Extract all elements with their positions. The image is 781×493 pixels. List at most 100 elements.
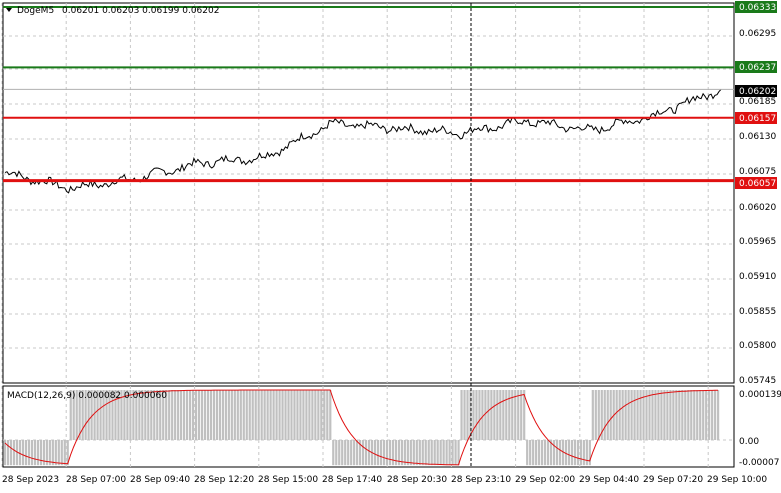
- macd-bar: [708, 390, 711, 440]
- chart-svg: DogeM5 0.06201 0.06203 0.06199 0.06202 0…: [1, 1, 781, 485]
- macd-bar: [487, 390, 490, 440]
- macd-bar: [168, 390, 171, 440]
- current-price-tag: 0.06202: [739, 87, 776, 97]
- macd-bar: [311, 390, 314, 440]
- macd-bar: [409, 440, 412, 466]
- macd-bar: [215, 390, 219, 440]
- macd-bar: [430, 440, 433, 466]
- macd-bar: [651, 390, 654, 440]
- macd-tick: 0.00: [739, 437, 759, 447]
- macd-bar: [230, 390, 233, 440]
- macd-bar: [341, 440, 344, 466]
- macd-bar: [239, 390, 242, 440]
- macd-bar: [275, 390, 278, 440]
- macd-bar: [209, 390, 213, 440]
- macd-bar: [191, 390, 195, 440]
- macd-bar: [466, 390, 469, 440]
- macd-bar: [684, 390, 687, 440]
- macd-bar: [666, 390, 669, 440]
- macd-bar: [63, 440, 66, 466]
- macd-bar: [323, 390, 326, 440]
- macd-bar: [373, 440, 377, 466]
- macd-bar: [394, 440, 398, 466]
- macd-bar: [660, 390, 663, 440]
- macd-bar: [54, 440, 57, 466]
- macd-bar: [263, 390, 266, 440]
- macd-bar: [594, 390, 597, 440]
- macd-bar: [388, 440, 392, 466]
- time-label: 28 Sep 20:30: [387, 475, 447, 485]
- macd-bar: [415, 440, 418, 466]
- time-label: 28 Sep 07:00: [66, 475, 126, 485]
- macd-bar: [499, 390, 502, 440]
- macd-bar: [242, 390, 245, 440]
- macd-bar: [597, 390, 600, 440]
- macd-bar: [347, 440, 350, 466]
- macd-bar: [618, 390, 621, 440]
- macd-bar: [582, 440, 585, 466]
- macd-bar: [221, 390, 224, 440]
- macd-bar: [27, 440, 31, 466]
- macd-bar: [621, 390, 624, 440]
- macd-bar: [30, 440, 34, 466]
- macd-bar: [490, 390, 493, 440]
- macd-bar: [320, 390, 323, 440]
- macd-bar: [472, 390, 475, 440]
- price-tick: 0.06295: [739, 29, 776, 39]
- macd-bar: [272, 390, 275, 440]
- macd-bar: [615, 390, 618, 440]
- time-label: 28 Sep 09:40: [130, 475, 190, 485]
- macd-bar: [245, 390, 248, 440]
- macd-bar: [60, 440, 63, 466]
- macd-bar: [362, 440, 365, 466]
- macd-bar: [257, 390, 260, 440]
- macd-bar: [624, 390, 627, 440]
- macd-bar: [33, 440, 37, 466]
- macd-bar: [538, 440, 541, 466]
- time-axis: 28 Sep 2023 28 Sep 07:00 28 Sep 09:40 28…: [2, 475, 767, 485]
- macd-bar: [308, 390, 311, 440]
- macd-bar: [535, 440, 538, 466]
- macd-bar: [421, 440, 424, 466]
- macd-bar: [39, 440, 42, 466]
- macd-bar: [633, 390, 636, 440]
- macd-bar: [606, 390, 609, 440]
- macd-bar: [287, 390, 290, 440]
- macd-bar: [376, 440, 380, 466]
- macd-bar: [302, 390, 305, 440]
- macd-bar: [305, 390, 308, 440]
- macd-bar: [532, 440, 535, 466]
- macd-bar: [576, 440, 579, 466]
- macd-bar: [293, 390, 296, 440]
- macd-bar: [505, 390, 508, 440]
- macd-bar: [436, 440, 439, 466]
- macd-bar: [251, 390, 254, 440]
- macd-bar: [367, 440, 371, 466]
- macd-bar: [481, 390, 484, 440]
- macd-bar: [573, 440, 577, 466]
- macd-bar: [442, 440, 445, 466]
- macd-bar: [51, 440, 54, 466]
- macd-bar: [9, 440, 13, 466]
- trading-chart[interactable]: DogeM5 0.06201 0.06203 0.06199 0.06202 0…: [0, 0, 781, 489]
- macd-bar: [266, 390, 269, 440]
- macd-bar: [329, 390, 332, 440]
- macd-bar: [517, 390, 520, 440]
- macd-bar: [254, 390, 257, 440]
- macd-bar: [591, 390, 594, 440]
- macd-bar: [546, 440, 550, 466]
- time-label: 28 Sep 12:20: [194, 475, 254, 485]
- macd-bar: [260, 390, 263, 440]
- price-axis: 0.06295 0.06185 0.06130 0.06075 0.06020 …: [739, 29, 776, 386]
- macd-bar: [427, 440, 430, 466]
- time-label: 28 Sep 15:00: [258, 475, 318, 485]
- macd-bar: [188, 390, 192, 440]
- macd-bar: [424, 440, 427, 466]
- macd-bar: [269, 390, 272, 440]
- price-panel[interactable]: [2, 2, 735, 384]
- macd-bar: [197, 390, 201, 440]
- price-tick: 0.06075: [739, 167, 776, 177]
- macd-bar: [508, 390, 511, 440]
- macd-bar: [555, 440, 559, 466]
- macd-bar: [681, 390, 684, 440]
